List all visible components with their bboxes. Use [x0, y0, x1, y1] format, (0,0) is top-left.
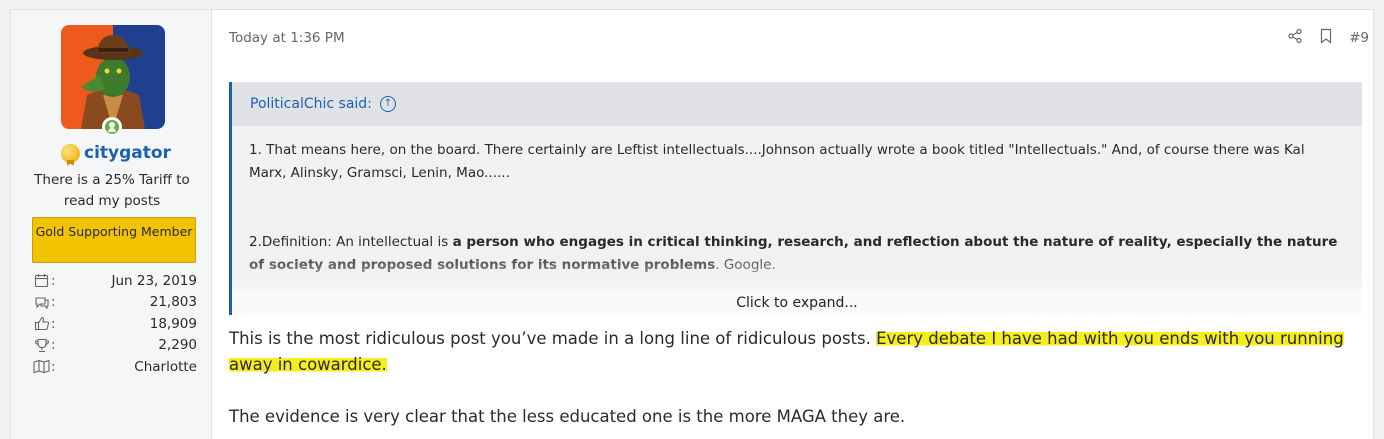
stat-joined: : Jun 23, 2019: [32, 270, 197, 292]
stat-value: 21,803: [149, 294, 197, 311]
online-status-icon: [102, 117, 122, 137]
quote-block: PoliticalChic said: ↑ 1. That means here…: [229, 82, 1362, 315]
user-title: There is a 25% Tariff to read my posts: [34, 172, 190, 209]
message-paragraph-2: The evidence is very clear that the less…: [229, 407, 906, 426]
stat-points[interactable]: : 2,290: [32, 335, 197, 357]
stat-value: 2,290: [158, 337, 197, 354]
quote-header[interactable]: PoliticalChic said: ↑: [232, 82, 1362, 126]
avatar[interactable]: [61, 25, 165, 129]
messages-icon: [32, 293, 51, 312]
quote-paragraph-2: 2.Definition: An intellectual is a perso…: [249, 234, 1338, 273]
medal-icon: [61, 143, 80, 163]
stat-value: Jun 23, 2019: [111, 272, 197, 289]
trophy-icon: [32, 336, 51, 355]
quote-paragraph: 1. That means here, on the board. There …: [249, 142, 1305, 181]
map-icon: [32, 357, 51, 376]
arrow-up-circle-icon[interactable]: ↑: [379, 96, 396, 112]
thumbs-up-icon: [32, 314, 51, 333]
stat-location: : Charlotte: [32, 356, 197, 378]
bookmark-icon[interactable]: [1319, 28, 1333, 48]
message-paragraph: This is the most ridiculous post you’ve …: [229, 329, 1344, 374]
post-number-link[interactable]: #9: [1349, 30, 1369, 46]
user-stats: : Jun 23, 2019 : 21,803 : 18,909: 2,290…: [32, 270, 197, 378]
username-text[interactable]: citygator: [84, 143, 171, 163]
quote-author[interactable]: PoliticalChic said:: [250, 96, 372, 112]
username[interactable]: citygator: [61, 143, 181, 163]
stat-messages[interactable]: : 21,803: [32, 292, 197, 314]
share-icon[interactable]: [1287, 28, 1303, 48]
quote-body: 1. That means here, on the board. There …: [232, 126, 1362, 277]
user-banner: Gold Supporting Member: [32, 217, 196, 263]
click-to-expand[interactable]: Click to expand...: [232, 275, 1362, 315]
post-actions: #9: [1287, 28, 1369, 48]
stat-reactions[interactable]: : 18,909: [32, 313, 197, 335]
post-message: This is the most ridiculous post you’ve …: [229, 326, 1359, 430]
calendar-icon: [32, 271, 51, 290]
post-main: Today at 1:36 PM #9 PoliticalChic said: …: [229, 10, 1369, 439]
stat-value: 18,909: [149, 315, 197, 332]
stat-value[interactable]: Charlotte: [59, 359, 197, 375]
user-sidebar: citygator There is a 25% Tariff to read …: [11, 10, 212, 439]
post-timestamp[interactable]: Today at 1:36 PM: [229, 30, 345, 46]
post: citygator There is a 25% Tariff to read …: [10, 9, 1374, 439]
